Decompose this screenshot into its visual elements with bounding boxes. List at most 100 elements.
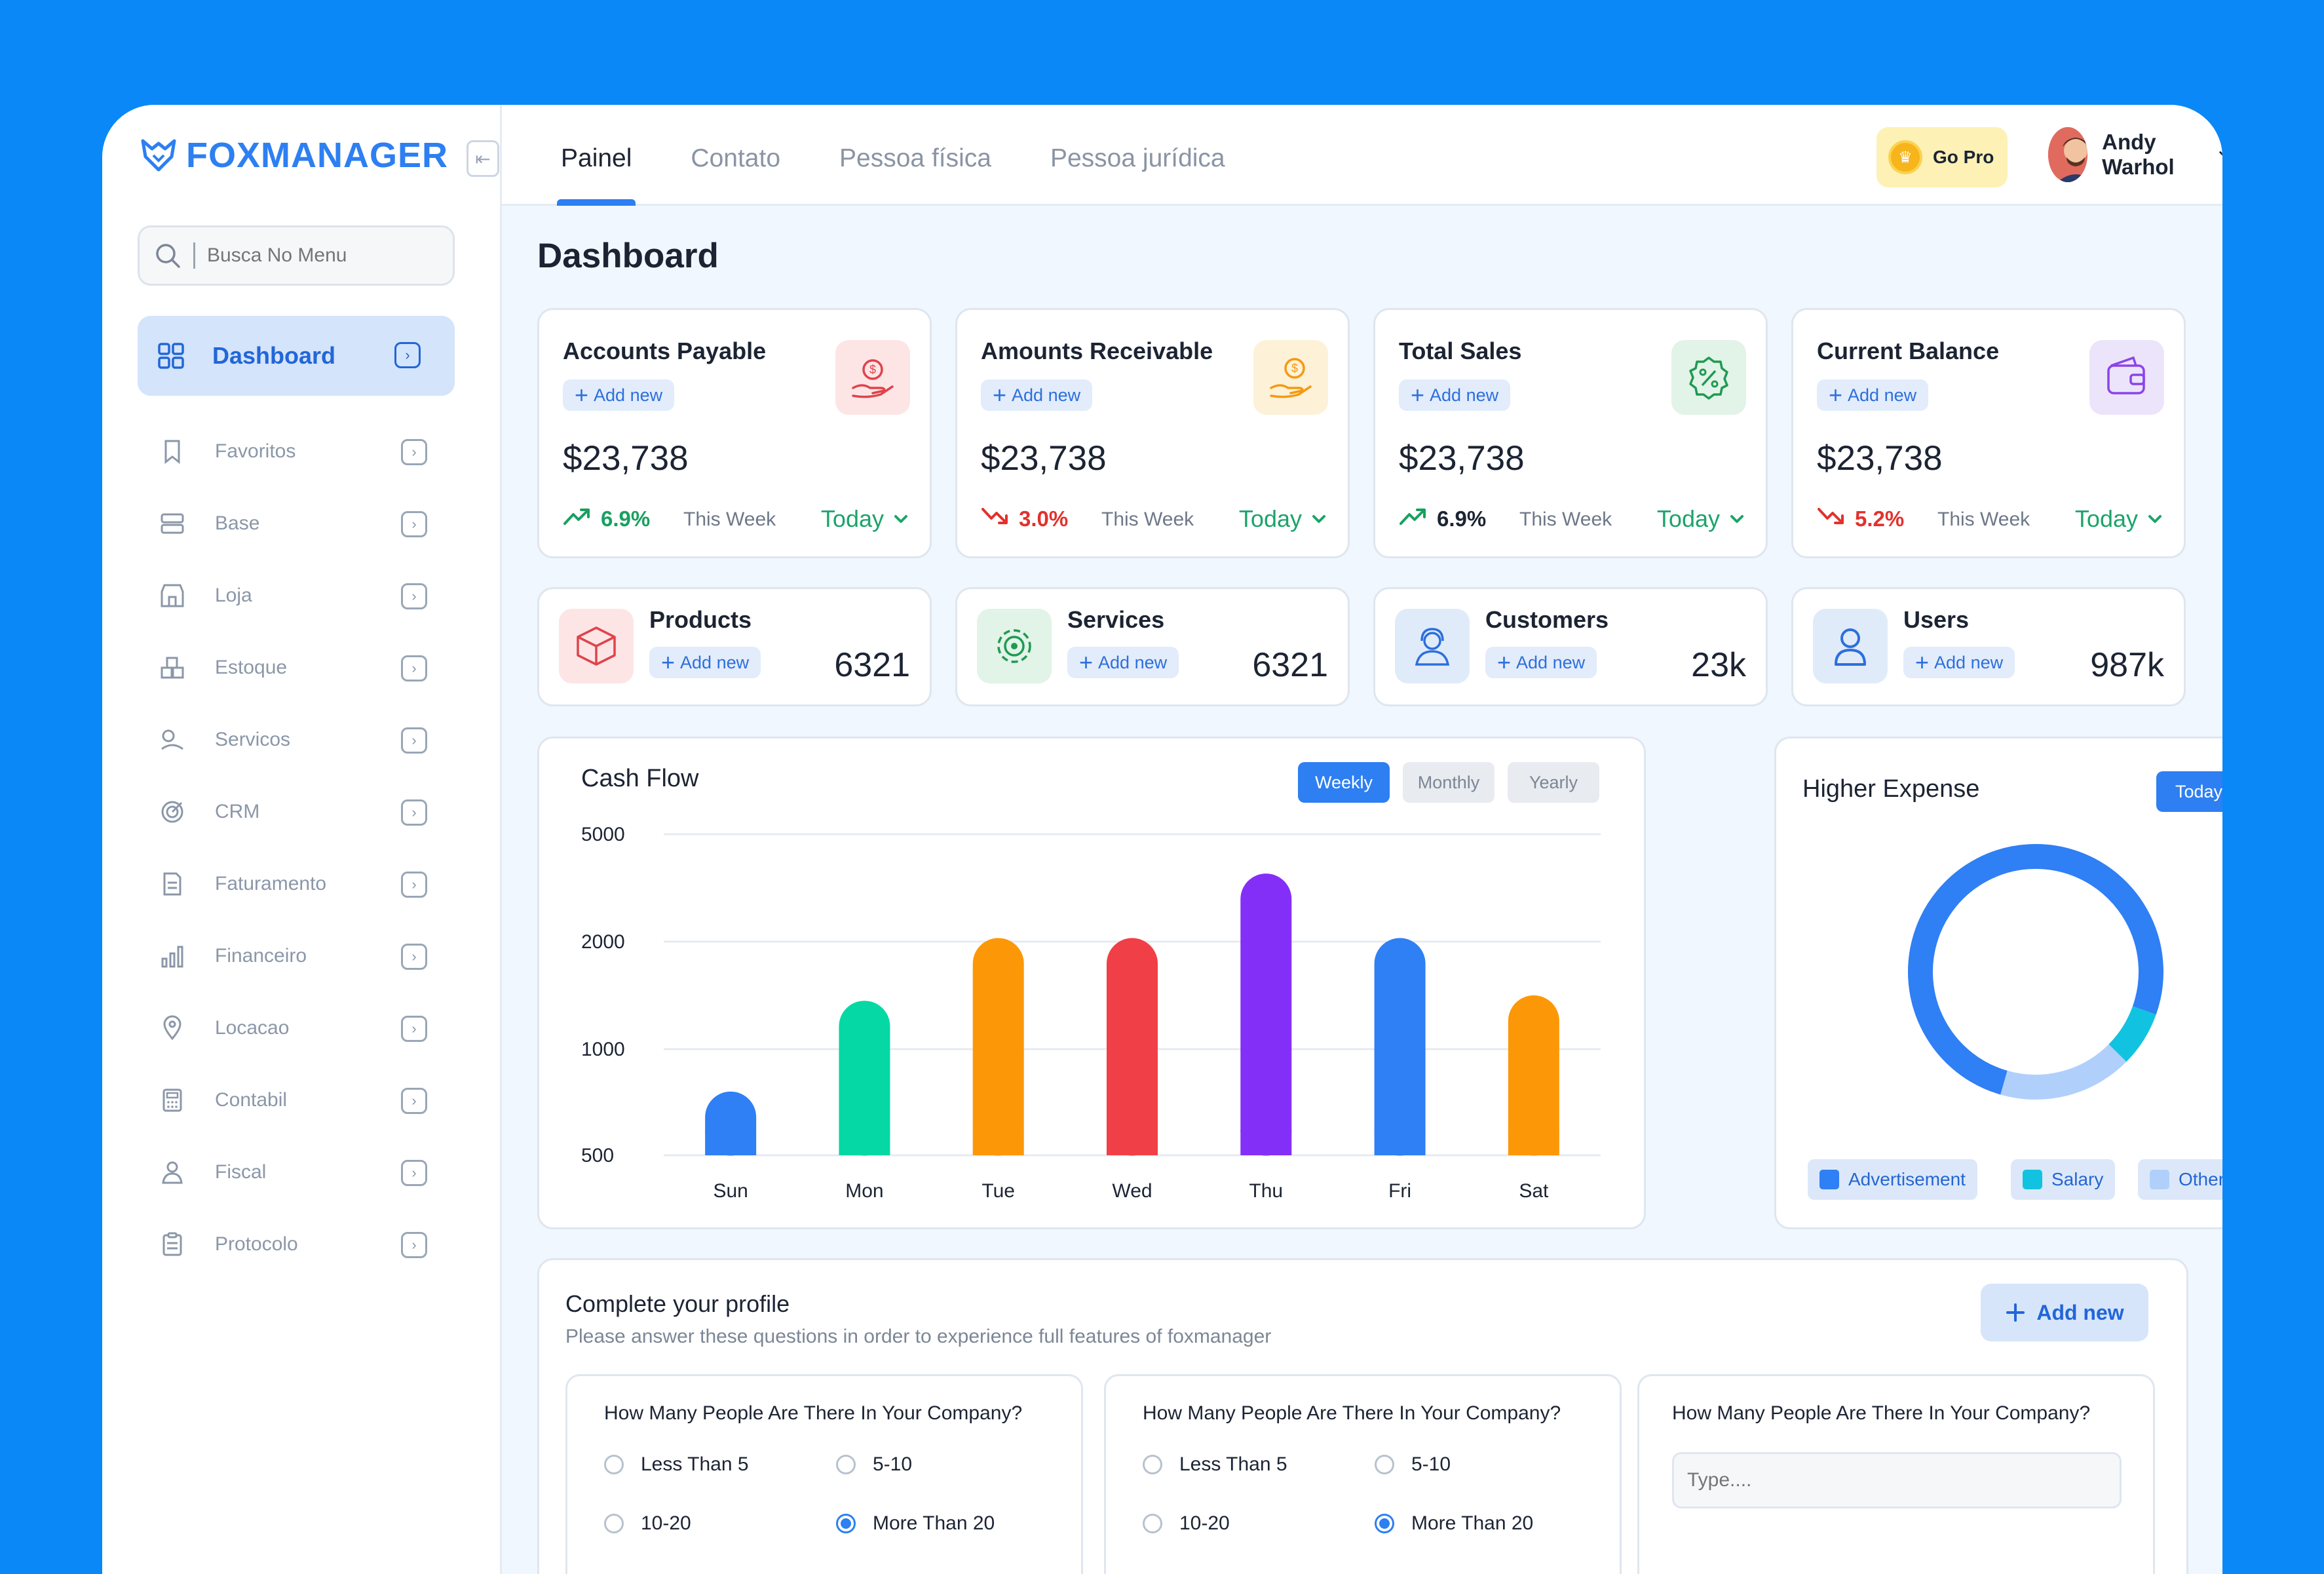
sidebar-item-financeiro[interactable]: Financeiro › — [157, 920, 439, 992]
sidebar-item-contabil[interactable]: Contabil › — [157, 1064, 439, 1136]
tab-pessoa-juridica[interactable]: Pessoa jurídica — [1050, 105, 1225, 206]
radio-button[interactable] — [604, 1514, 624, 1533]
plus-icon: + — [1829, 381, 1843, 408]
chevron-right-icon: › — [401, 583, 427, 609]
y-tick-label: 5000 — [581, 824, 625, 845]
radio-button[interactable] — [1143, 1514, 1162, 1533]
menu-search-input[interactable] — [207, 244, 430, 267]
sidebar-item-protocolo[interactable]: Protocolo › — [157, 1208, 439, 1280]
kpi-range-dropdown[interactable]: Today — [2075, 505, 2164, 533]
legend-salary[interactable]: Salary — [2011, 1159, 2116, 1200]
chevron-down-icon — [2148, 515, 2162, 523]
location-pin-icon — [157, 1013, 187, 1043]
counter-value: 6321 — [834, 646, 910, 684]
tab-contato[interactable]: Contato — [691, 105, 780, 206]
bar-base — [1240, 1130, 1292, 1155]
question-text: How Many People Are There In Your Compan… — [1672, 1402, 2091, 1424]
brand-name: FOXMANAGER — [186, 136, 448, 175]
add-new-button[interactable]: + Add new — [1817, 379, 1929, 411]
option-10-20[interactable]: 10-20 — [1143, 1512, 1230, 1535]
plus-icon: + — [993, 381, 1007, 408]
sidebar-item-fiscal[interactable]: Fiscal › — [157, 1136, 439, 1208]
bar-tue[interactable] — [972, 938, 1024, 1156]
counter-card-products: Products + Add new 6321 — [537, 587, 932, 706]
option-10-20[interactable]: 10-20 — [604, 1512, 691, 1535]
sidebar-item-favoritos[interactable]: Favoritos › — [157, 415, 439, 488]
wallet-icon — [2089, 340, 2164, 415]
menu-search[interactable] — [138, 225, 455, 286]
kpi-range-dropdown[interactable]: Today — [1239, 505, 1328, 533]
add-new-button[interactable]: + Add new — [1399, 379, 1511, 411]
sidebar-item-estoque[interactable]: Estoque › — [157, 632, 439, 704]
sidebar-item-label: Faturamento — [215, 873, 327, 894]
add-new-button[interactable]: + Add new — [1485, 647, 1597, 678]
sidebar-item-crm[interactable]: CRM › — [157, 776, 439, 848]
bar-thu[interactable] — [1240, 873, 1292, 1156]
option-label: Less Than 5 — [641, 1453, 749, 1475]
kpi-range-label: Today — [2074, 505, 2138, 532]
donut-slice-salary[interactable] — [2108, 1006, 2156, 1062]
radio-button[interactable] — [604, 1455, 624, 1474]
add-new-button[interactable]: + Add new — [649, 647, 761, 678]
complete-profile-card: Complete your profile Please answer thes… — [537, 1258, 2188, 1574]
option-5-10[interactable]: 5-10 — [836, 1453, 912, 1476]
sidebar-item-servicos[interactable]: Servicos › — [157, 704, 439, 776]
collapse-icon: ⇤ — [475, 148, 491, 169]
chevron-right-icon: › — [401, 439, 427, 465]
add-new-button[interactable]: + Add new — [981, 379, 1093, 411]
chevron-right-icon: › — [401, 944, 427, 970]
radio-button-selected[interactable] — [1375, 1514, 1394, 1533]
sidebar-item-locacao[interactable]: Locacao › — [157, 992, 439, 1064]
radio-button[interactable] — [836, 1455, 856, 1474]
bar-wed[interactable] — [1107, 938, 1158, 1156]
option-label: 5-10 — [1411, 1453, 1451, 1475]
collapse-sidebar-button[interactable]: ⇤ — [467, 140, 499, 177]
add-new-button[interactable]: + Add new — [1067, 647, 1179, 678]
option-less-than-5[interactable]: Less Than 5 — [604, 1453, 749, 1476]
tab-painel[interactable]: Painel — [556, 105, 636, 206]
add-new-label: Add new — [594, 385, 663, 405]
kpi-range-dropdown[interactable]: Today — [821, 505, 910, 533]
user-name: Andy Warhol — [2102, 130, 2175, 179]
legend-advertisement[interactable]: Advertisement — [1808, 1159, 1977, 1200]
x-tick-label: Thu — [1249, 1180, 1283, 1202]
gear-service-icon — [977, 609, 1052, 683]
go-pro-button[interactable]: ♛ Go Pro — [1876, 127, 2008, 187]
add-new-button[interactable]: + Add new — [1903, 647, 2015, 678]
brand-logo[interactable]: FOXMANAGER — [139, 135, 448, 176]
tab-pessoa-fisica[interactable]: Pessoa física — [839, 105, 991, 206]
kpi-range-dropdown[interactable]: Today — [1657, 505, 1746, 533]
sidebar-item-faturamento[interactable]: Faturamento › — [157, 848, 439, 920]
profile-add-button[interactable]: Add new — [1981, 1284, 2148, 1341]
option-more-than-20[interactable]: More Than 20 — [1375, 1512, 1533, 1535]
sidebar-item-dashboard[interactable]: Dashboard › — [138, 316, 455, 396]
trend-up-icon — [1399, 507, 1428, 531]
user-icon — [1813, 609, 1888, 683]
radio-button-selected[interactable] — [836, 1514, 856, 1533]
user-menu[interactable]: Andy Warhol — [2048, 127, 2222, 182]
bar-fri[interactable] — [1374, 938, 1426, 1156]
radio-button[interactable] — [1143, 1455, 1162, 1474]
option-less-than-5[interactable]: Less Than 5 — [1143, 1453, 1287, 1476]
profile-subtitle: Please answer these questions in order t… — [565, 1326, 1272, 1347]
chevron-right-icon: › — [401, 1160, 427, 1186]
sidebar-item-base[interactable]: Base › — [157, 488, 439, 560]
legend-others[interactable]: Others — [2138, 1159, 2222, 1200]
answer-input[interactable] — [1672, 1452, 2122, 1508]
sidebar-item-label: Servicos — [215, 729, 291, 750]
option-5-10[interactable]: 5-10 — [1375, 1453, 1451, 1476]
add-new-button[interactable]: + Add new — [563, 379, 675, 411]
plus-icon: + — [1497, 649, 1512, 676]
crown-coin-icon: ♛ — [1888, 140, 1922, 174]
trend-down-icon — [981, 507, 1010, 531]
sidebar-item-label: Financeiro — [215, 945, 307, 967]
kpi-card-accounts-payable: Accounts Payable + Add new $ $23,738 6.9%… — [537, 308, 932, 558]
donut-slice-others[interactable] — [2000, 1044, 2127, 1100]
x-tick-label: Fri — [1388, 1180, 1411, 1202]
svg-text:$: $ — [1291, 362, 1298, 375]
radio-button[interactable] — [1375, 1455, 1394, 1474]
sidebar-item-loja[interactable]: Loja › — [157, 560, 439, 632]
svg-text:$: $ — [869, 363, 876, 376]
option-more-than-20[interactable]: More Than 20 — [836, 1512, 995, 1535]
profile-title: Complete your profile — [565, 1290, 790, 1317]
